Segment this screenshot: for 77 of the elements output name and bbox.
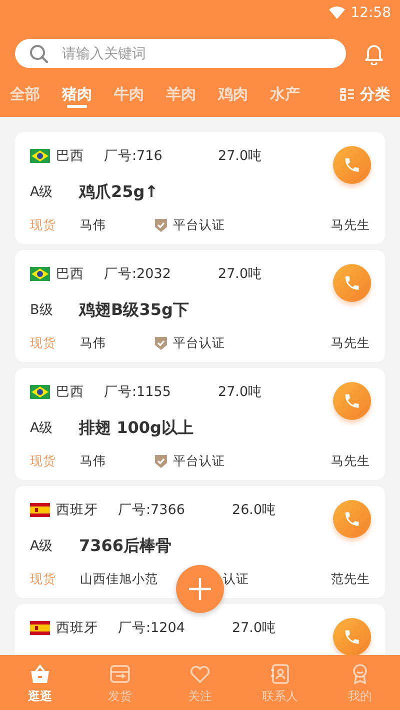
certification-label: 平台认证 xyxy=(173,216,225,234)
call-button[interactable] xyxy=(333,500,371,538)
notification-bell-icon[interactable] xyxy=(364,42,384,64)
stock-status: 现货 xyxy=(30,570,57,588)
wifi-icon xyxy=(328,6,345,19)
weight: 27.0吨 xyxy=(218,265,262,283)
box-icon xyxy=(109,663,131,685)
weight: 27.0吨 xyxy=(218,147,262,165)
call-button[interactable] xyxy=(333,264,371,302)
factory-number: 厂号:2032 xyxy=(104,265,172,283)
factory-number: 厂号:1204 xyxy=(118,619,186,637)
brazil-flag-icon xyxy=(30,267,50,281)
certification-label: 平台认证 xyxy=(173,334,225,352)
spain-flag-icon xyxy=(30,503,50,517)
stock-status: 现货 xyxy=(30,452,57,470)
category-tab[interactable]: 牛肉 xyxy=(114,80,144,107)
factory-number: 厂号:7366 xyxy=(118,501,186,519)
seller-name: 马伟 xyxy=(80,334,107,352)
seller-name: 马伟 xyxy=(80,452,107,470)
country: 西班牙 xyxy=(56,619,98,637)
contact-name: 马先生 xyxy=(331,452,370,470)
contact-book-icon xyxy=(269,663,291,685)
nav-tab[interactable]: 关注 xyxy=(160,655,240,710)
product-name: 鸡爪25g↑ xyxy=(79,182,158,202)
call-button[interactable] xyxy=(333,382,371,420)
contact-name: 马先生 xyxy=(331,334,370,352)
country: 巴西 xyxy=(56,147,84,165)
contact-name: 马先生 xyxy=(331,216,370,234)
product-name: 7366后棒骨 xyxy=(79,536,172,556)
weight: 27.0吨 xyxy=(218,383,262,401)
status-time: 12:58 xyxy=(350,4,391,20)
brazil-flag-icon xyxy=(30,385,50,399)
product-name: 鸡翅B级35g下 xyxy=(79,300,189,320)
grade: A级 xyxy=(30,419,54,437)
call-button[interactable] xyxy=(333,146,371,184)
category-grid-icon xyxy=(340,88,354,102)
phone-icon xyxy=(343,628,361,646)
category-tab[interactable]: 猪肉 xyxy=(62,80,92,107)
grade: B级 xyxy=(30,301,54,319)
nav-tab[interactable]: 我的 xyxy=(320,655,400,710)
certification-label: 认证 xyxy=(223,570,249,588)
weight: 26.0吨 xyxy=(232,501,276,519)
nav-tab[interactable]: 发货 xyxy=(80,655,160,710)
brazil-flag-icon xyxy=(30,149,50,163)
grade: A级 xyxy=(30,183,54,201)
factory-number: 厂号:716 xyxy=(104,147,164,165)
nav-tab[interactable]: 联系人 xyxy=(240,655,320,710)
category-tab[interactable]: 水产 xyxy=(270,80,300,107)
contact-name: 范先生 xyxy=(331,570,370,588)
country: 巴西 xyxy=(56,383,84,401)
certification-label: 平台认证 xyxy=(173,452,225,470)
phone-icon xyxy=(343,274,361,292)
phone-icon xyxy=(343,392,361,410)
category-tab[interactable]: 羊肉 xyxy=(166,80,196,107)
weight: 27.0吨 xyxy=(232,619,276,637)
spain-flag-icon xyxy=(30,621,50,635)
stock-status: 现货 xyxy=(30,216,57,234)
product-name: 排翅 100g以上 xyxy=(79,418,194,438)
phone-icon xyxy=(343,510,361,528)
seller-name: 山西佳旭小范 xyxy=(80,570,155,588)
grade: A级 xyxy=(30,537,54,555)
phone-icon xyxy=(343,156,361,174)
stock-status: 现货 xyxy=(30,334,57,352)
nav-tab[interactable]: 逛逛 xyxy=(0,655,80,710)
search-field[interactable]: 请输入关键词 xyxy=(15,39,346,68)
plus-icon xyxy=(188,577,212,601)
search-icon xyxy=(29,44,49,64)
country: 巴西 xyxy=(56,265,84,283)
category-tab[interactable]: 全部 xyxy=(10,80,40,107)
category-button[interactable]: 分类 xyxy=(340,80,390,107)
factory-number: 厂号:1155 xyxy=(104,383,172,401)
call-button[interactable] xyxy=(333,618,371,655)
category-tab[interactable]: 鸡肉 xyxy=(218,80,248,107)
seller-name: 马伟 xyxy=(80,216,107,234)
country: 西班牙 xyxy=(56,501,98,519)
basket-icon xyxy=(29,663,51,685)
heart-icon xyxy=(189,663,211,685)
